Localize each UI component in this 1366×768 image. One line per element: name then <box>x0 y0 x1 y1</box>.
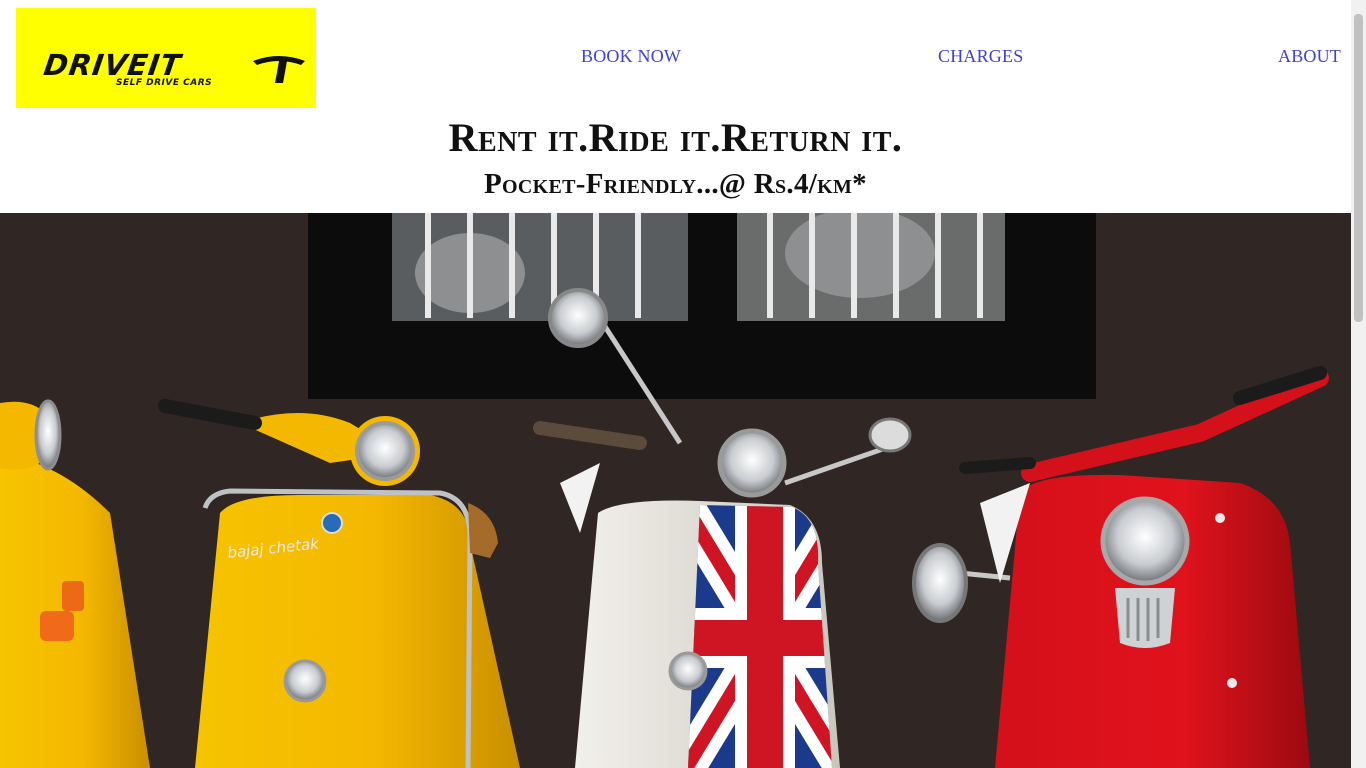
logo-brand: DRIVEIT <box>41 48 184 82</box>
page: DRIVEIT SELF DRIVE CARS BOOK NOW CHARGES… <box>0 0 1351 768</box>
nav-book-now-link[interactable]: BOOK NOW <box>581 46 681 67</box>
hero-subline: Pocket-Friendly...@ Rs.4/km* <box>484 168 867 200</box>
vertical-scrollbar[interactable] <box>1351 0 1366 768</box>
hero-headline: Rent it.Ride it.Return it. <box>448 115 903 160</box>
nav-about-link[interactable]: ABOUT <box>1278 46 1341 67</box>
nav-charges-link[interactable]: CHARGES <box>938 46 1023 67</box>
logo-tagline: SELF DRIVE CARS <box>116 78 213 88</box>
hero-image: bajaj chetak <box>0 213 1351 768</box>
scooters-illustration: bajaj chetak <box>0 213 1351 768</box>
logo-swoosh-icon <box>253 56 305 83</box>
logo[interactable]: DRIVEIT SELF DRIVE CARS <box>16 8 316 108</box>
scrollbar-thumb[interactable] <box>1354 14 1363 322</box>
